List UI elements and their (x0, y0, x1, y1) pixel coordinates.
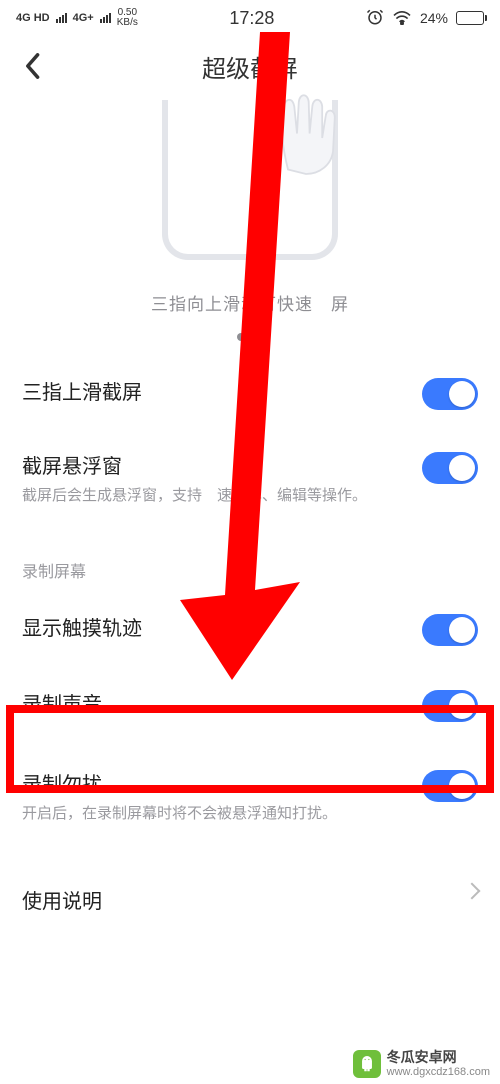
illustration-caption: 三指向上滑动可快速截屏 (151, 290, 349, 315)
clock: 17:28 (229, 8, 274, 29)
row-instructions[interactable]: 使用说明 (22, 865, 478, 934)
row-title: 录制勿扰 (22, 768, 402, 797)
toggle-record-audio[interactable] (422, 690, 478, 722)
settings-list: 三指上滑截屏 截屏悬浮窗 截屏后会生成悬浮窗，支持快速分享、编辑等操作。 录制屏… (0, 356, 500, 934)
status-bar: 4G HD 4G+ 0.50 KB/s 17:28 24% (0, 0, 500, 36)
row-desc: 开启后，在录制屏幕时将不会被悬浮通知打扰。 (22, 803, 402, 826)
caption-prefix: 三指向上滑动可快速 (151, 295, 313, 314)
phone-outline-illustration (162, 100, 338, 260)
back-button[interactable] (12, 46, 52, 86)
header: 超级截屏 (0, 36, 500, 96)
alarm-icon (366, 8, 384, 29)
row-title: 三指上滑截屏 (22, 376, 402, 405)
toggle-touch-trace[interactable] (422, 614, 478, 646)
chevron-left-icon (23, 52, 41, 80)
hand-illustration (252, 60, 342, 180)
caption-suffix: 屏 (331, 295, 349, 314)
net-speed-unit: KB/s (117, 18, 138, 28)
desc-prefix: 截屏后会生成悬浮窗，支持 (22, 487, 202, 504)
row-desc: 截屏后会生成悬浮窗，支持快速分享、编辑等操作。 (22, 485, 402, 508)
signal-bars-1 (56, 13, 67, 23)
toggle-floating-window[interactable] (422, 452, 478, 484)
row-three-finger-screenshot[interactable]: 三指上滑截屏 (22, 356, 478, 430)
row-record-audio[interactable]: 录制声音 (22, 662, 478, 748)
battery-percent: 24% (420, 10, 448, 26)
network-label-2: 4G+ (73, 12, 94, 24)
dot-1[interactable] (237, 333, 245, 341)
watermark-text: 冬瓜安卓网 www.dgxcdz168.com (387, 1050, 490, 1077)
dot-2[interactable] (255, 333, 263, 341)
page-indicator[interactable] (237, 333, 263, 341)
toggle-record-dnd[interactable] (422, 770, 478, 802)
battery-icon (456, 11, 484, 25)
row-record-dnd[interactable]: 录制勿扰 开启后，在录制屏幕时将不会被悬浮通知打扰。 (22, 748, 478, 846)
signal-bars-2 (100, 13, 111, 23)
net-speed: 0.50 KB/s (117, 8, 138, 28)
toggle-three-finger[interactable] (422, 378, 478, 410)
watermark: 冬瓜安卓网 www.dgxcdz168.com (353, 1050, 490, 1078)
status-right: 24% (366, 8, 484, 29)
row-show-touch-trace[interactable]: 显示触摸轨迹 (22, 596, 478, 662)
chevron-right-icon (466, 885, 478, 897)
watermark-line2: www.dgxcdz168.com (387, 1066, 490, 1078)
network-label-1: 4G HD (16, 12, 50, 24)
status-left: 4G HD 4G+ 0.50 KB/s (16, 8, 138, 28)
row-title: 截屏悬浮窗 (22, 450, 402, 479)
illustration-area[interactable]: 三指向上滑动可快速截屏 (0, 96, 500, 356)
row-floating-window[interactable]: 截屏悬浮窗 截屏后会生成悬浮窗，支持快速分享、编辑等操作。 (22, 430, 478, 528)
section-label-record: 录制屏幕 (22, 528, 478, 596)
row-title: 显示触摸轨迹 (22, 612, 402, 641)
wifi-icon (392, 9, 412, 28)
watermark-line1: 冬瓜安卓网 (387, 1050, 490, 1065)
desc-suffix: 速分享、编辑等操作。 (217, 487, 367, 504)
row-title: 录制声音 (22, 688, 402, 717)
android-icon (353, 1050, 381, 1078)
row-title: 使用说明 (22, 885, 446, 914)
